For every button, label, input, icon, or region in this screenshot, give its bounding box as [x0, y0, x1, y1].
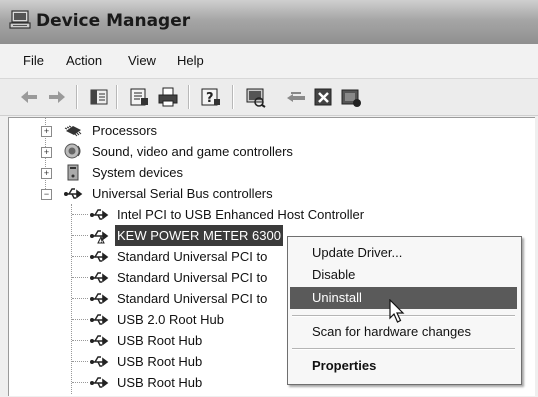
menu-item-disable[interactable]: Disable	[290, 264, 517, 286]
tree-item-label: Standard Universal PCI to	[117, 270, 268, 285]
expand-toggle[interactable]: +	[41, 126, 52, 137]
usb-icon	[90, 251, 109, 262]
scan-hardware-icon[interactable]	[244, 86, 266, 108]
tree-item-label: USB Root Hub	[117, 354, 203, 369]
tree-item-usb-device[interactable]: Standard Universal PCI to	[9, 288, 289, 309]
menu-item-label: Uninstall	[312, 290, 362, 305]
tree-item-label: Universal Serial Bus controllers	[92, 186, 273, 201]
mouse-pointer-icon	[389, 299, 405, 323]
device-manager-window: Device Manager File Action View Help ? +…	[0, 0, 538, 397]
tree-item-usb-device[interactable]: Standard Universal PCI to	[9, 267, 289, 288]
computer-icon	[9, 10, 31, 29]
toolbar-separator	[188, 85, 190, 109]
tree-item-label: USB Root Hub	[117, 333, 203, 348]
usb-icon	[90, 272, 109, 283]
window-title: Device Manager	[36, 11, 191, 31]
menu-item-properties[interactable]: Properties	[290, 355, 517, 377]
tree-item-label: Processors	[92, 123, 158, 138]
system-devices-icon	[67, 164, 79, 181]
menu-file[interactable]: File	[23, 53, 44, 68]
tree-item-usb-controllers[interactable]: − Universal Serial Bus controllers	[9, 183, 509, 204]
tree-item-processors[interactable]: + Processors	[9, 120, 509, 141]
tree-item-label: System devices	[92, 165, 184, 180]
tree-item-label: USB 2.0 Root Hub	[117, 312, 224, 327]
back-icon[interactable]	[18, 86, 40, 108]
expand-toggle[interactable]: +	[41, 147, 52, 158]
tree-connector	[72, 319, 88, 320]
forward-icon[interactable]	[46, 86, 68, 108]
help-icon[interactable]: ?	[200, 86, 222, 108]
tree-item-label: Sound, video and game controllers	[92, 144, 293, 159]
console-tree-icon[interactable]	[88, 86, 110, 108]
tree-connector	[72, 361, 88, 362]
menu-item-update-driver[interactable]: Update Driver...	[290, 242, 517, 264]
menu-item-label: Properties	[312, 358, 377, 373]
toolbar: ?	[0, 79, 538, 116]
usb-icon	[90, 377, 109, 388]
tree-connector	[72, 382, 88, 383]
title-bar[interactable]: Device Manager	[0, 0, 538, 44]
properties-icon[interactable]	[128, 86, 150, 108]
tree-item-sound-video-game[interactable]: + Sound, video and game controllers	[9, 141, 509, 162]
speaker-icon	[64, 143, 81, 159]
expand-toggle[interactable]: +	[41, 168, 52, 179]
usb-icon	[64, 188, 83, 199]
menu-item-label: Update Driver...	[312, 245, 403, 260]
tree-item-usb-device[interactable]: Standard Universal PCI to	[9, 246, 289, 267]
tree-item-system-devices[interactable]: + System devices	[9, 162, 509, 183]
tree-item-label: Intel PCI to USB Enhanced Host Controlle…	[117, 207, 365, 222]
menu-bar: File Action View Help	[0, 44, 538, 79]
usb-warning-icon: !	[90, 230, 109, 245]
usb-icon	[90, 293, 109, 304]
tree-connector	[72, 256, 88, 257]
tree-connector	[72, 214, 88, 215]
svg-text:!: !	[100, 239, 102, 245]
tree-item-label-selected: KEW POWER METER 6300	[115, 225, 283, 246]
toolbar-separator	[232, 85, 234, 109]
tree-item-label: USB Root Hub	[117, 375, 203, 390]
usb-icon	[90, 314, 109, 325]
uninstall-icon[interactable]	[313, 86, 335, 108]
tree-item-label: Standard Universal PCI to	[117, 249, 268, 264]
tree-item-usb-device[interactable]: USB Root Hub	[9, 372, 289, 393]
menu-help[interactable]: Help	[177, 53, 204, 68]
usb-icon	[90, 209, 109, 220]
update-driver-icon[interactable]	[285, 86, 307, 108]
tree-connector	[72, 298, 88, 299]
tree-connector	[72, 235, 88, 236]
tree-item-usb-device[interactable]: USB Root Hub	[9, 351, 289, 372]
menu-view[interactable]: View	[128, 53, 156, 68]
tree-connector	[72, 340, 88, 341]
menu-item-label: Disable	[312, 267, 356, 282]
processor-icon	[64, 125, 82, 137]
tree-item-label: Standard Universal PCI to	[117, 291, 268, 306]
collapse-toggle[interactable]: −	[41, 189, 52, 200]
tree-connector	[72, 277, 88, 278]
menu-action[interactable]: Action	[66, 53, 102, 68]
toolbar-separator	[116, 85, 118, 109]
disable-icon[interactable]	[340, 86, 362, 108]
tree-item-usb-device[interactable]: Intel PCI to USB Enhanced Host Controlle…	[9, 204, 509, 225]
print-icon[interactable]	[157, 86, 179, 108]
menu-separator	[292, 348, 515, 350]
toolbar-separator	[76, 85, 78, 109]
svg-text:?: ?	[206, 91, 214, 106]
tree-item-usb-device[interactable]: USB 2.0 Root Hub	[9, 309, 289, 330]
usb-icon	[90, 356, 109, 367]
tree-item-usb-device[interactable]: USB Root Hub	[9, 330, 289, 351]
usb-icon	[90, 335, 109, 346]
